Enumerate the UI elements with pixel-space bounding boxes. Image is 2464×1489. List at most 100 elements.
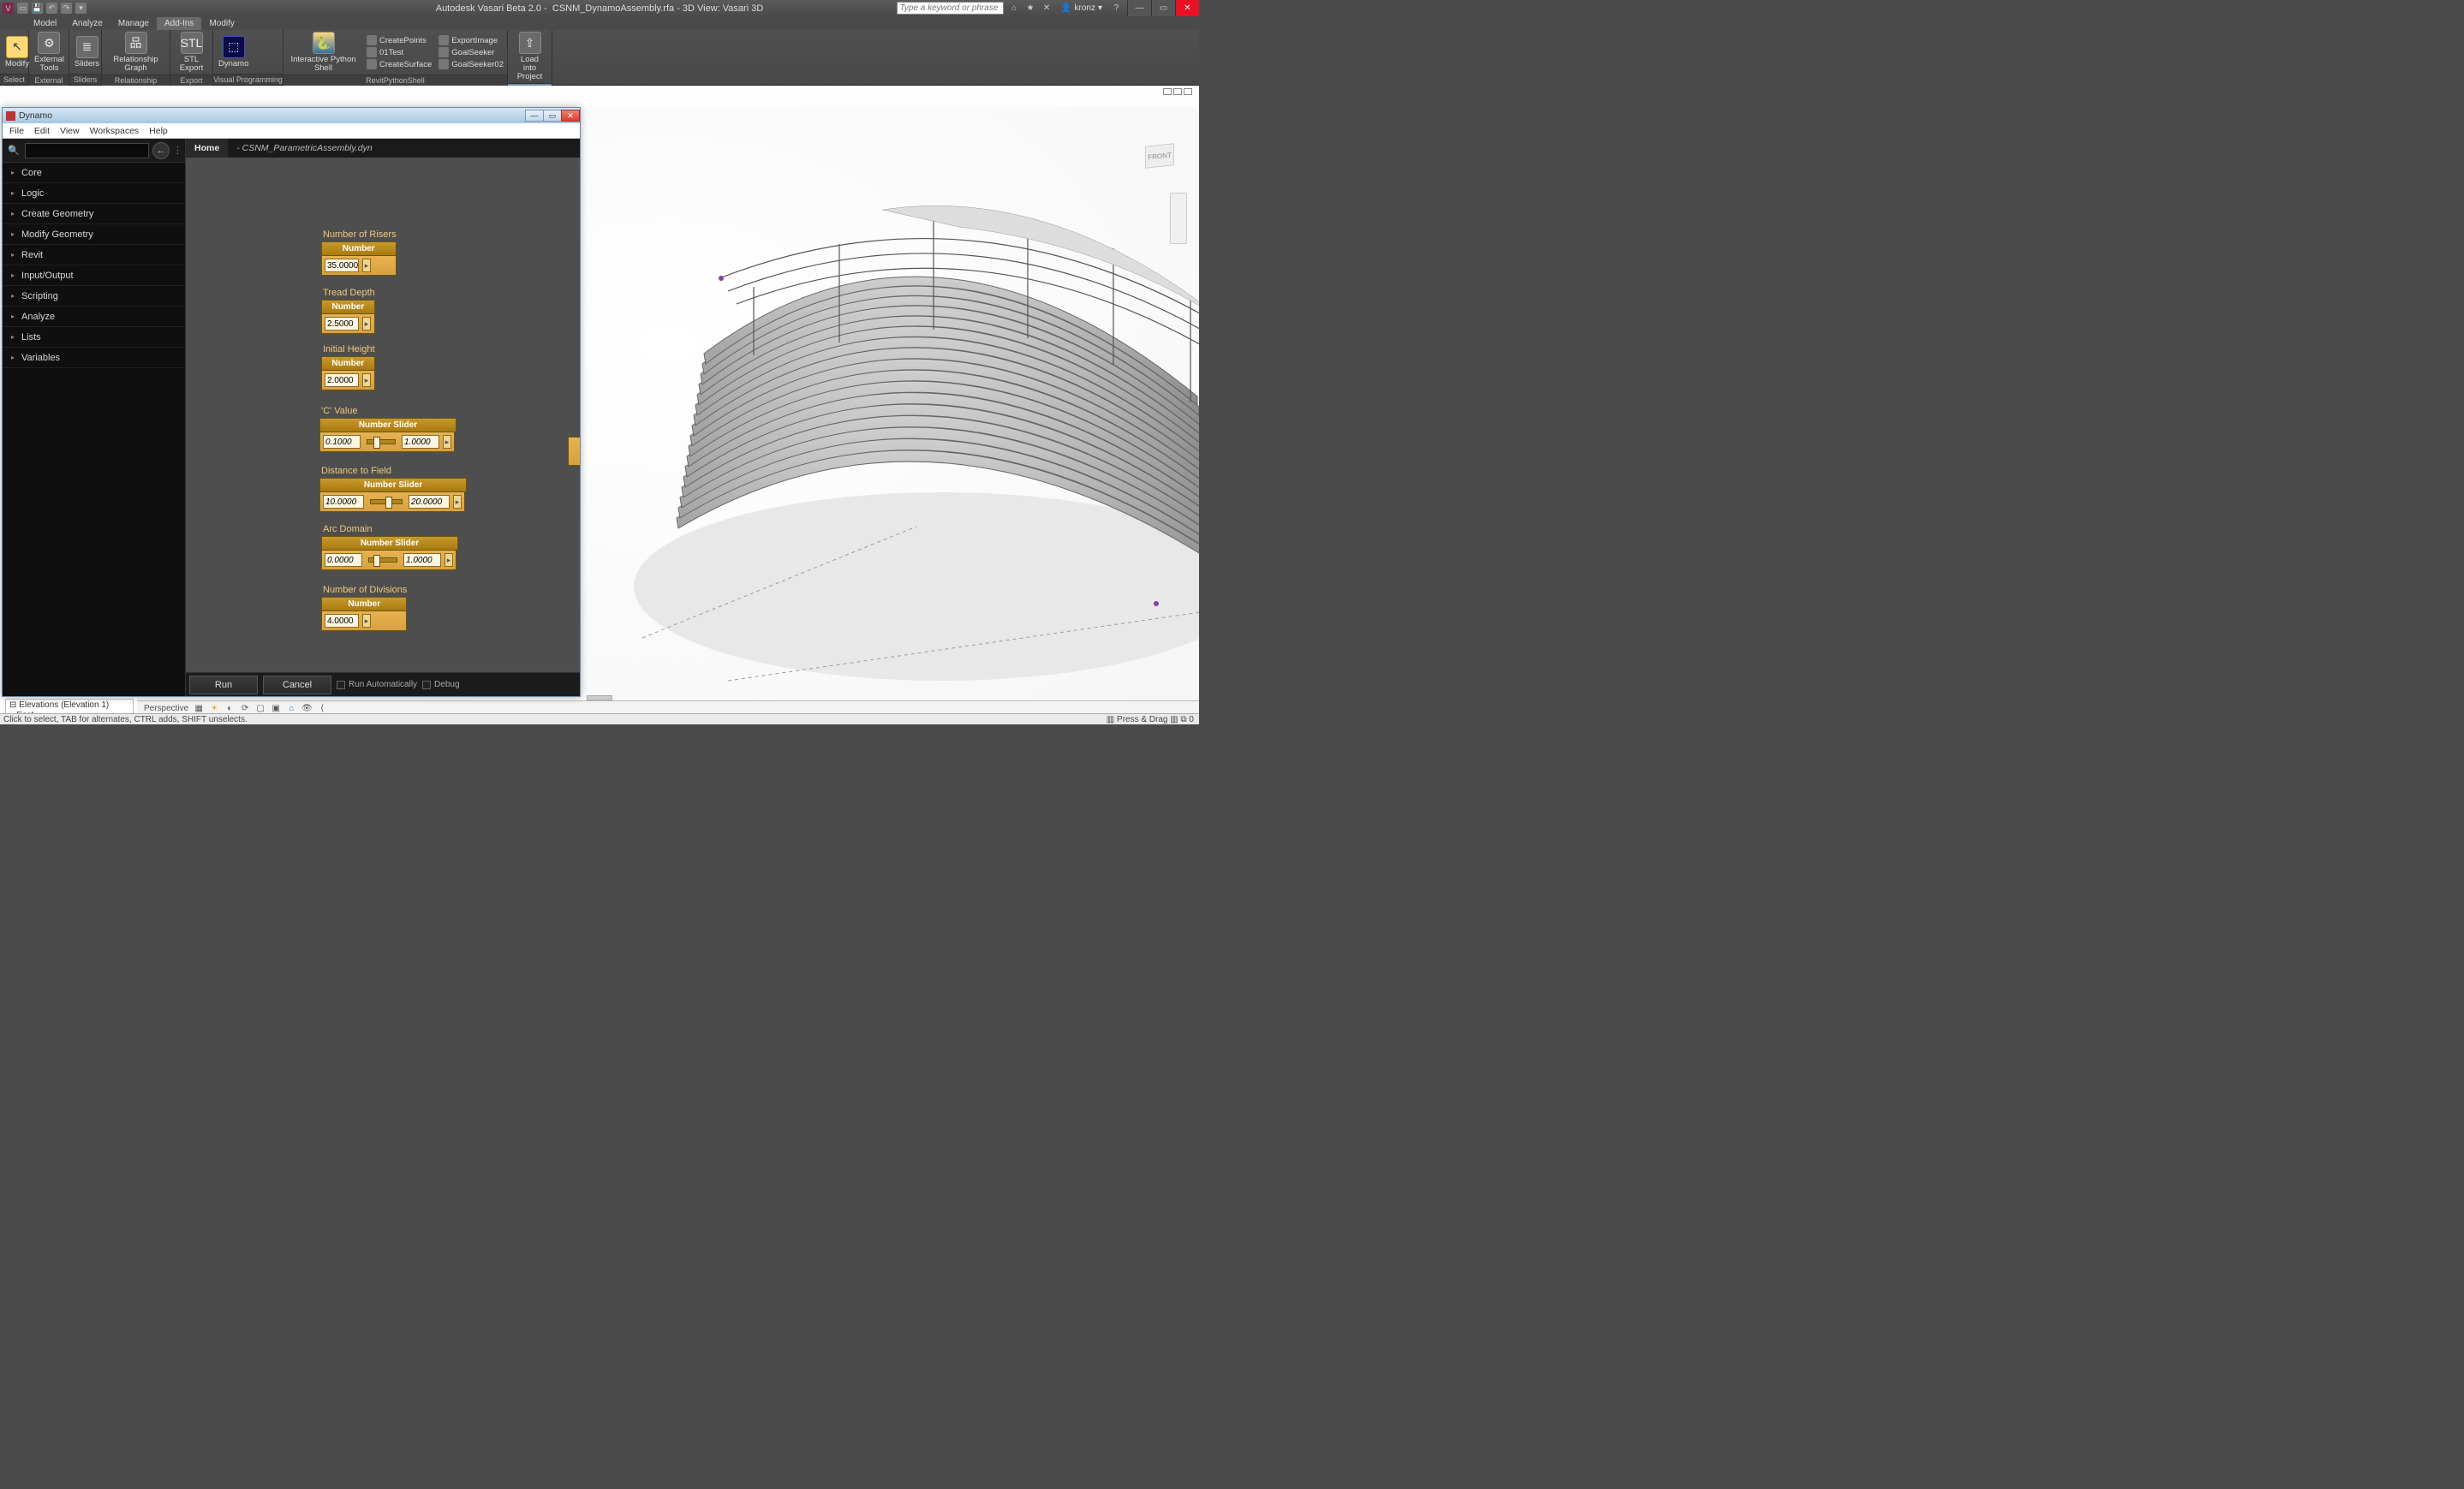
script-createpoints[interactable]: CreatePoints [367, 34, 432, 46]
signin-icon[interactable]: ✕ [1041, 3, 1053, 14]
menu-help[interactable]: Help [149, 126, 168, 136]
output-port[interactable]: ▸ [444, 553, 453, 567]
node-arc-domain[interactable]: Arc Domain Number Slider ▸ [321, 524, 458, 570]
infocenter-icon[interactable]: ⌂ [1009, 3, 1020, 14]
output-port[interactable]: ▸ [362, 259, 371, 272]
python-shell-button[interactable]: 🐍 Interactive Python Shell [283, 30, 363, 74]
run-button[interactable]: Run [189, 676, 258, 694]
close-button[interactable]: ✕ [1175, 0, 1199, 16]
dynamo-close-button[interactable]: ✕ [561, 110, 580, 122]
viewcube-face[interactable]: FRONT [1145, 143, 1174, 169]
output-port[interactable]: ▸ [443, 435, 451, 449]
qat-undo-icon[interactable]: ↶ [46, 3, 57, 14]
tree-create-geometry[interactable]: Create Geometry [3, 204, 185, 224]
lock-icon[interactable]: ⌂ [286, 704, 296, 714]
ribbon-tab-addins[interactable]: Add-Ins [157, 17, 201, 30]
tree-core[interactable]: Core [3, 163, 185, 183]
view-mode-label[interactable]: Perspective [144, 704, 188, 713]
sliders-button[interactable]: ≣ Sliders [69, 30, 104, 74]
tree-input-output[interactable]: Input/Output [3, 265, 185, 286]
user-menu[interactable]: 👤 kronz ▾ [1058, 3, 1106, 14]
output-port[interactable]: ▸ [453, 495, 462, 509]
node-initial-height[interactable]: Initial Height Number ▸ [321, 344, 375, 390]
vp-min-icon[interactable] [1163, 88, 1172, 95]
tree-logic[interactable]: Logic [3, 183, 185, 204]
dynamo-button[interactable]: ⬚ Dynamo [213, 30, 254, 74]
node-c-value[interactable]: 'C' Value Number Slider ▸ [319, 406, 456, 452]
qat-open-icon[interactable]: ▭ [17, 3, 28, 14]
number-input[interactable] [325, 614, 359, 628]
slider-thumb[interactable] [373, 437, 380, 449]
shadows-icon[interactable]: ◐ [224, 704, 235, 714]
script-createsurface[interactable]: CreateSurface [367, 58, 432, 70]
menu-view[interactable]: View [60, 126, 80, 136]
node-distance-to-field[interactable]: Distance to Field Number Slider ▸ [319, 466, 467, 512]
menu-workspaces[interactable]: Workspaces [90, 126, 140, 136]
output-port[interactable]: ▸ [362, 614, 371, 628]
viewcube[interactable]: FRONT [1138, 140, 1185, 178]
dynamo-titlebar[interactable]: Dynamo — ▭ ✕ [3, 108, 580, 123]
node-number-of-divisions[interactable]: Number of Divisions Number ▸ [321, 585, 407, 631]
rendering-icon[interactable]: ⟳ [240, 704, 250, 714]
number-input[interactable] [325, 259, 359, 272]
script-exportimage[interactable]: ExportImage [439, 34, 504, 46]
external-tools-button[interactable]: ⚙ External Tools [29, 30, 69, 74]
load-into-project-button[interactable]: ⇪ Load into Project [508, 30, 552, 83]
tree-revit[interactable]: Revit [3, 245, 185, 265]
qat-redo-icon[interactable]: ↷ [61, 3, 72, 14]
slider-max[interactable] [409, 495, 450, 509]
clipped-downstream-node[interactable] [568, 437, 580, 466]
app-menu-icon[interactable]: V [3, 3, 14, 14]
output-port[interactable]: ▸ [362, 317, 371, 331]
output-port[interactable]: ▸ [362, 373, 371, 387]
vp-max-icon[interactable] [1173, 88, 1182, 95]
navigation-bar[interactable] [1170, 193, 1187, 244]
crop-icon[interactable]: ▢ [255, 704, 265, 714]
node-number-of-risers[interactable]: Number of Risers Number ▸ [321, 229, 397, 276]
slider-min[interactable] [325, 553, 362, 567]
relationship-graph-button[interactable]: 品 Relationship Graph [102, 30, 170, 74]
unhide-icon[interactable]: 👁 [301, 704, 312, 714]
slider-min[interactable] [323, 495, 364, 509]
tree-variables[interactable]: Variables [3, 348, 185, 368]
dynamo-maximize-button[interactable]: ▭ [543, 110, 562, 122]
ribbon-tab-modify[interactable]: Modify [201, 17, 242, 30]
menu-file[interactable]: File [9, 126, 24, 136]
dynamo-minimize-button[interactable]: — [525, 110, 544, 122]
tree-analyze[interactable]: Analyze [3, 307, 185, 327]
slider-track[interactable] [367, 439, 396, 444]
ribbon-tab-analyze[interactable]: Analyze [64, 17, 110, 30]
slider-max[interactable] [402, 435, 439, 449]
debug-checkbox[interactable]: Debug [422, 680, 459, 689]
menu-edit[interactable]: Edit [34, 126, 50, 136]
slider-track[interactable] [368, 557, 397, 563]
tree-modify-geometry[interactable]: Modify Geometry [3, 224, 185, 245]
node-tread-depth[interactable]: Tread Depth Number ▸ [321, 288, 375, 334]
menu-chevron-icon[interactable]: ⟨ [317, 704, 327, 714]
back-button[interactable]: ← [152, 142, 170, 159]
library-search-input[interactable] [25, 143, 149, 158]
number-input[interactable] [325, 373, 359, 387]
help-search-input[interactable] [897, 2, 1004, 15]
dynamo-canvas[interactable]: Home - CSNM_ParametricAssembly.dyn Numbe… [186, 139, 580, 696]
vp-close-icon[interactable] [1184, 88, 1192, 95]
help-icon[interactable]: ? [1111, 3, 1122, 14]
slider-track[interactable] [370, 499, 403, 504]
ribbon-tab-model[interactable]: Model [26, 17, 64, 30]
slider-min[interactable] [323, 435, 361, 449]
qat-save-icon[interactable]: 💾 [32, 3, 43, 14]
maximize-button[interactable]: ▭ [1151, 0, 1175, 16]
slider-max[interactable] [403, 553, 441, 567]
breadcrumb-home[interactable]: Home [186, 139, 228, 158]
drag-handle-icon[interactable]: ⋮ [173, 145, 182, 156]
script-goalseeker[interactable]: GoalSeeker [439, 46, 504, 58]
run-automatically-checkbox[interactable]: Run Automatically [337, 680, 417, 689]
minimize-button[interactable]: — [1127, 0, 1151, 16]
cancel-button[interactable]: Cancel [263, 676, 331, 694]
sun-path-icon[interactable]: ☀ [209, 704, 219, 714]
slider-thumb[interactable] [373, 555, 380, 567]
stl-export-button[interactable]: STL STL Export [170, 30, 212, 74]
ribbon-tab-manage[interactable]: Manage [110, 17, 157, 30]
tree-lists[interactable]: Lists [3, 327, 185, 348]
visual-style-icon[interactable]: ▦ [194, 704, 204, 714]
